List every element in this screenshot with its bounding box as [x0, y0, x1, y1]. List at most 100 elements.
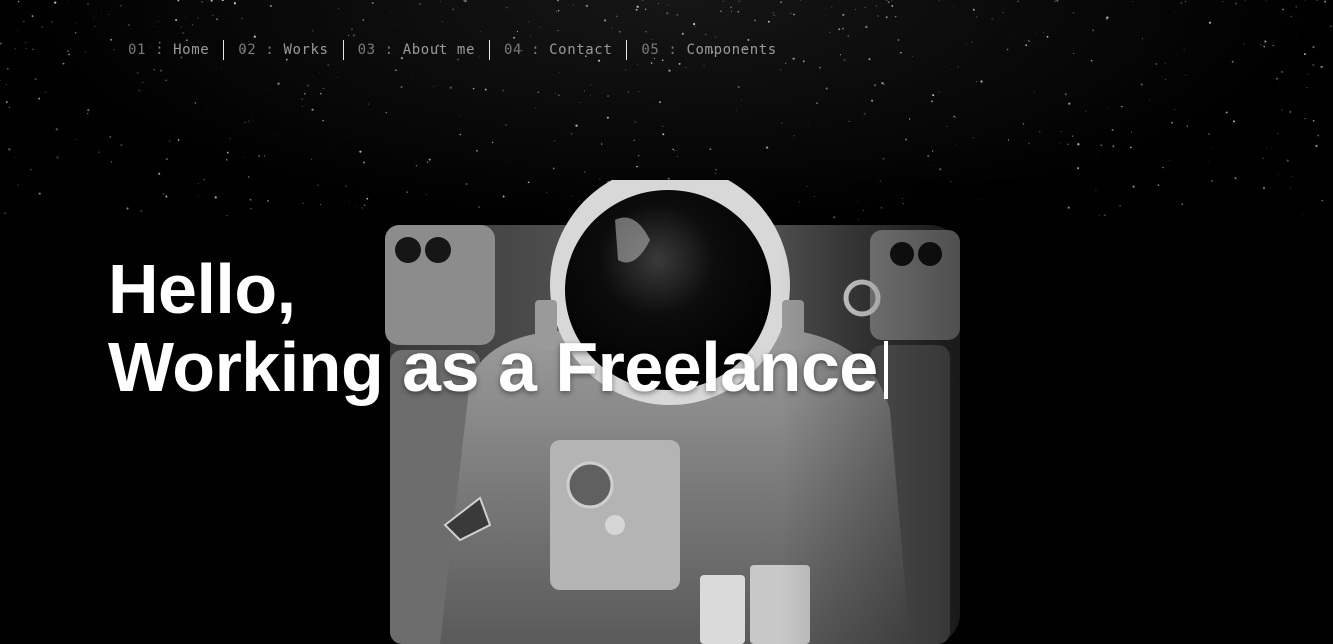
- star: [266, 89, 268, 91]
- star: [345, 185, 348, 188]
- star: [1295, 45, 1297, 47]
- star: [585, 4, 589, 8]
- star: [738, 0, 740, 2]
- star: [841, 27, 845, 30]
- star: [953, 6, 955, 8]
- star: [1067, 206, 1070, 209]
- star: [94, 26, 96, 28]
- star: [352, 34, 356, 37]
- star: [1262, 157, 1265, 160]
- star: [678, 62, 681, 65]
- star: [559, 71, 561, 73]
- star: [0, 42, 2, 45]
- star: [606, 94, 610, 98]
- star: [4, 212, 6, 215]
- star: [177, 0, 180, 2]
- star: [1130, 146, 1132, 149]
- star: [694, 26, 696, 28]
- star: [1022, 123, 1025, 125]
- star: [644, 8, 647, 11]
- star: [658, 100, 662, 104]
- star: [102, 183, 104, 185]
- star: [459, 114, 461, 116]
- star: [885, 16, 888, 19]
- star: [1084, 110, 1087, 112]
- star: [1295, 5, 1298, 8]
- star: [1281, 109, 1283, 111]
- star: [307, 84, 310, 87]
- star: [233, 2, 237, 5]
- star: [792, 57, 795, 60]
- star: [1157, 184, 1160, 187]
- star: [165, 157, 168, 161]
- star: [464, 0, 467, 3]
- star: [110, 161, 113, 163]
- nav-item-works[interactable]: 02 : Works: [230, 40, 336, 60]
- star: [955, 144, 957, 146]
- main-nav: 01 : Home 02 : Works 03 : About me 04 : …: [120, 40, 785, 60]
- star: [537, 91, 539, 93]
- star: [1286, 159, 1289, 162]
- star: [225, 158, 228, 161]
- star: [472, 87, 475, 90]
- nav-label: Works: [283, 42, 329, 58]
- star: [1077, 167, 1080, 170]
- star: [847, 35, 849, 37]
- nav-separator-colon: :: [256, 42, 284, 58]
- nav-item-components[interactable]: 05 : Components: [633, 40, 784, 60]
- star: [120, 144, 123, 147]
- star: [1132, 1, 1133, 3]
- star: [214, 196, 217, 199]
- star: [319, 72, 320, 73]
- star: [1111, 129, 1114, 131]
- star: [1060, 142, 1062, 144]
- star: [887, 1, 890, 4]
- star: [247, 176, 250, 178]
- star: [415, 165, 418, 167]
- star: [1265, 0, 1267, 1]
- star: [221, 67, 222, 69]
- star: [428, 158, 431, 161]
- star: [113, 49, 115, 51]
- star: [529, 34, 532, 37]
- nav-item-home[interactable]: 01 : Home: [120, 40, 217, 60]
- star: [590, 94, 592, 96]
- star: [931, 100, 933, 103]
- nav-item-about-me[interactable]: 03 : About me: [350, 40, 483, 60]
- star: [168, 140, 171, 143]
- star: [1072, 12, 1075, 14]
- star: [385, 111, 388, 114]
- star: [224, 1, 226, 3]
- star: [553, 140, 556, 142]
- star: [197, 195, 199, 197]
- star: [165, 79, 167, 82]
- star: [870, 99, 874, 102]
- star: [1298, 19, 1300, 21]
- star: [362, 18, 365, 22]
- star: [1092, 29, 1095, 32]
- star: [140, 210, 143, 212]
- star: [606, 116, 609, 119]
- star: [1222, 0, 1224, 3]
- star: [258, 155, 260, 157]
- star: [938, 0, 940, 2]
- star: [432, 76, 434, 78]
- star: [1307, 74, 1309, 75]
- star: [350, 136, 351, 137]
- nav-item-contact[interactable]: 04 : Contact: [496, 40, 620, 60]
- star: [17, 184, 19, 186]
- star: [24, 41, 27, 44]
- star: [972, 137, 975, 139]
- star: [1103, 214, 1106, 217]
- star: [731, 10, 732, 12]
- star: [534, 107, 536, 109]
- star: [692, 22, 696, 26]
- star: [528, 21, 530, 23]
- star: [790, 12, 792, 14]
- star: [975, 80, 977, 83]
- star: [197, 17, 199, 19]
- star: [1042, 31, 1044, 33]
- nav-number: 03: [357, 42, 376, 58]
- star: [506, 6, 508, 9]
- star: [1013, 38, 1014, 39]
